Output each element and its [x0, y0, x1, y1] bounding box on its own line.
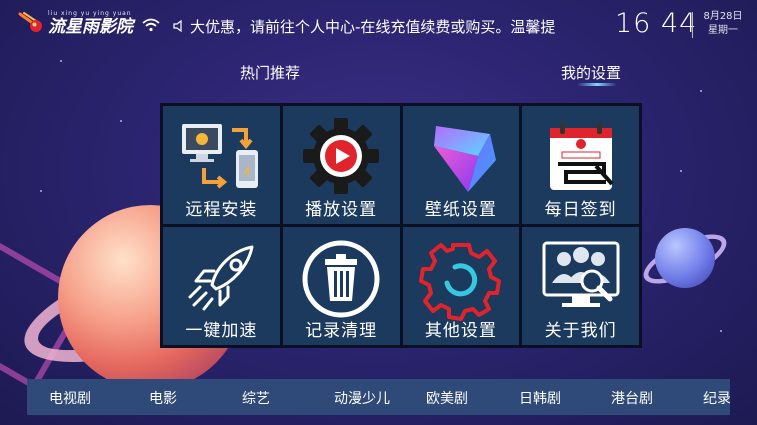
category-anime-kids[interactable]: 动漫少儿 [334, 388, 390, 408]
settings-grid: 远程安装 播放设置 壁纸设置 每日签到 一键加速 记录清理 其他设置 关于我们 [160, 103, 642, 348]
tile-one-click-boost[interactable]: 一键加速 [163, 227, 280, 345]
category-western-series[interactable]: 欧美剧 [426, 388, 468, 408]
tile-clear-records[interactable]: 记录清理 [282, 227, 400, 345]
meteor-icon [18, 12, 42, 32]
tile-other-settings[interactable]: 其他设置 [402, 227, 520, 345]
volume-muted-icon [173, 19, 182, 33]
app-logo: liu xing yu ying yuan 流星雨影院 [18, 10, 133, 36]
category-bar: 电视剧 电影 综艺 动漫少儿 欧美剧 日韩剧 港台剧 纪录 [27, 379, 730, 415]
tile-label: 每日签到 [544, 200, 617, 220]
tile-wallpaper-settings[interactable]: 壁纸设置 [402, 106, 520, 224]
tile-remote-install[interactable]: 远程安装 [163, 106, 280, 224]
tile-label: 其他设置 [424, 321, 497, 341]
category-jpkr-series[interactable]: 日韩剧 [519, 388, 561, 408]
play-settings-gear-icon [303, 118, 380, 194]
date-block: 8月28日 星期一 [700, 10, 746, 38]
tile-play-settings[interactable]: 播放设置 [282, 106, 400, 224]
tile-daily-checkin[interactable]: 每日签到 [522, 106, 639, 224]
announcement-ticker: 大优惠，请前往个人中心-在线充值续费或购买。温馨提 [190, 18, 556, 36]
category-documentary[interactable]: 纪录 [703, 388, 730, 408]
small-planet-decoration [655, 228, 715, 288]
rocket-icon [188, 245, 254, 311]
nav-my-settings[interactable]: 我的设置 [561, 62, 621, 83]
category-movie[interactable]: 电影 [149, 388, 177, 408]
about-us-monitor-icon [542, 241, 620, 307]
wifi-icon [142, 18, 160, 32]
nav-active-indicator [577, 83, 617, 86]
weekday-text: 星期一 [708, 25, 738, 36]
tile-label: 壁纸设置 [424, 200, 497, 220]
tile-label: 远程安装 [185, 200, 258, 220]
logo-title: 流星雨影院 [48, 17, 133, 37]
nav-hot-recommend[interactable]: 热门推荐 [240, 62, 300, 83]
tile-label: 关于我们 [544, 321, 617, 341]
tile-about-us[interactable]: 关于我们 [522, 227, 639, 345]
category-variety[interactable]: 综艺 [242, 388, 270, 408]
tile-label: 播放设置 [305, 200, 378, 220]
clock-divider [692, 12, 693, 38]
calendar-checkin-icon [549, 122, 614, 190]
tile-label: 记录清理 [305, 321, 378, 341]
red-gear-icon [418, 243, 501, 321]
date-text: 8月28日 [703, 11, 743, 22]
remote-install-icon [182, 124, 259, 189]
wallpaper-cube-icon [433, 126, 496, 192]
tile-label: 一键加速 [185, 321, 258, 341]
category-hktw-series[interactable]: 港台剧 [611, 388, 653, 408]
trash-can-icon [302, 240, 380, 318]
category-tv-series[interactable]: 电视剧 [49, 388, 91, 408]
clock: 16 44 [615, 8, 698, 39]
